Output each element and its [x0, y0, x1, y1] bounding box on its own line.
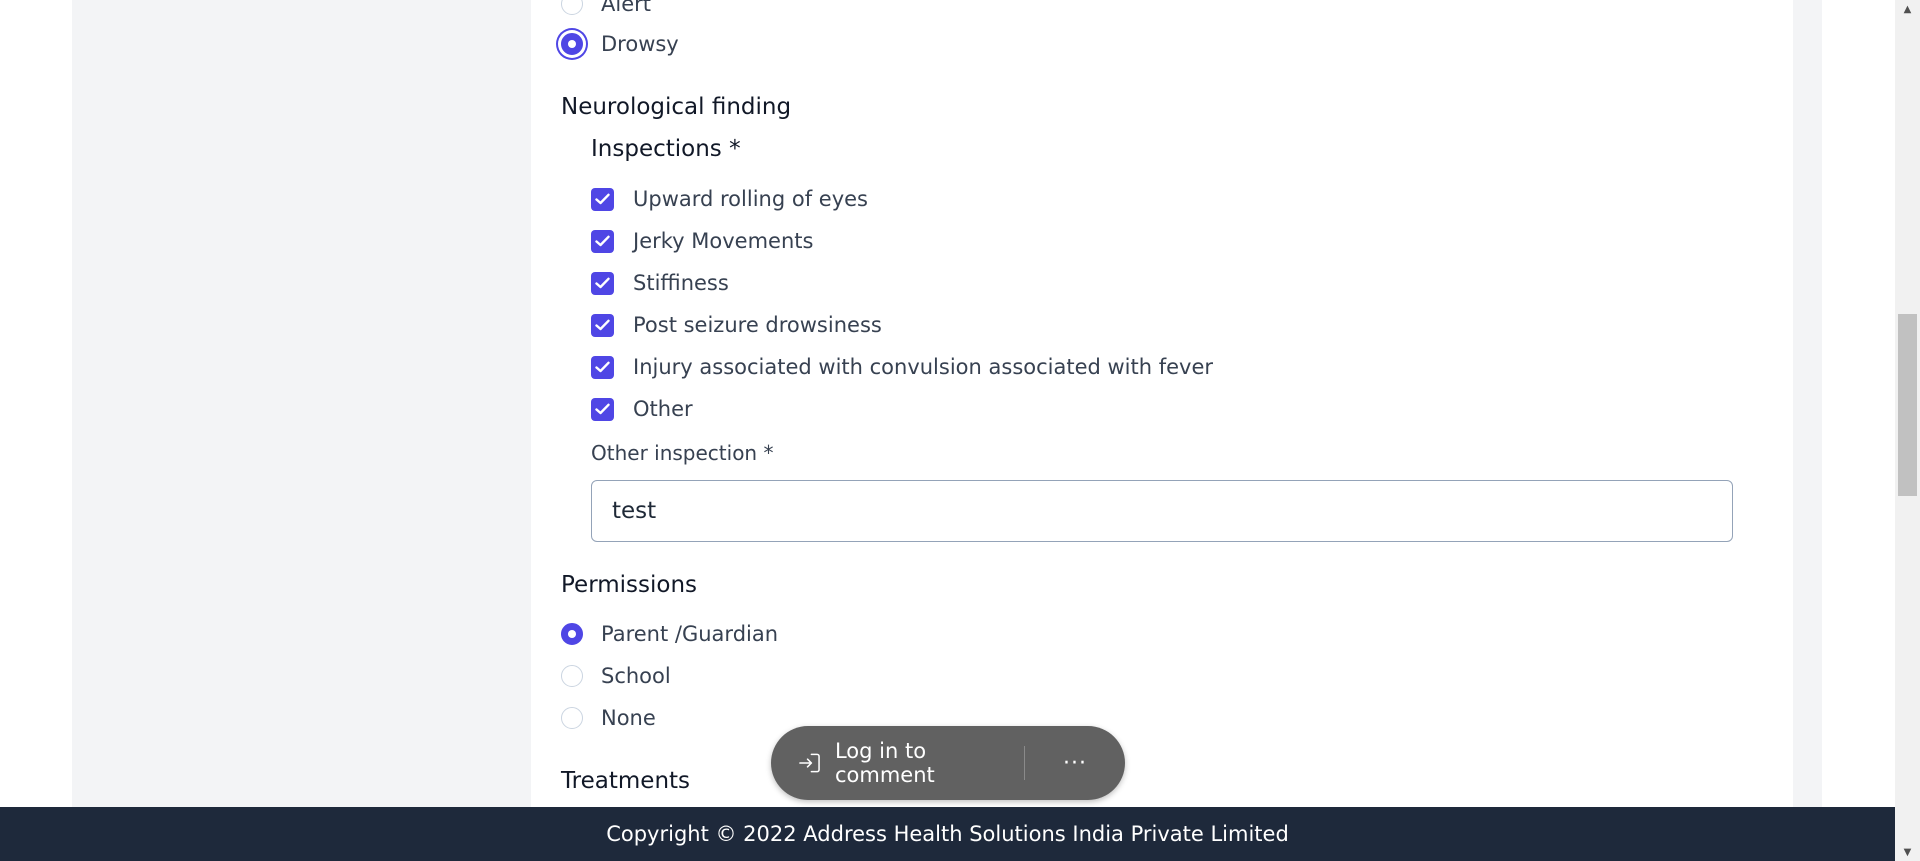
check-icon [595, 403, 610, 415]
check-icon [595, 235, 610, 247]
radio-alert[interactable] [561, 0, 583, 15]
radio-school[interactable] [561, 665, 583, 687]
inspection-injury-convulsion[interactable]: Injury associated with convulsion associ… [591, 355, 1213, 379]
checkbox-label: Jerky Movements [633, 229, 814, 253]
radio-drowsy[interactable] [561, 33, 583, 55]
checkbox-label: Injury associated with convulsion associ… [633, 355, 1214, 379]
radio-parent-guardian[interactable] [561, 623, 583, 645]
check-icon [595, 319, 610, 331]
comment-bar: Log in to comment ··· [771, 726, 1125, 800]
checkbox-other[interactable] [591, 397, 614, 421]
check-icon [595, 277, 610, 289]
sign-in-icon [799, 753, 820, 773]
copyright-text: Copyright © 2022 Address Health Solution… [606, 822, 1289, 846]
other-inspection-input[interactable] [591, 480, 1733, 542]
radio-option-school[interactable]: School [561, 664, 671, 688]
neurological-finding-heading: Neurological finding [561, 94, 792, 120]
checkbox-label: Upward rolling of eyes [633, 187, 868, 211]
form-card [531, 0, 1793, 807]
radio-option-parent-guardian[interactable]: Parent /Guardian [561, 622, 778, 646]
radio-label-parent-guardian: Parent /Guardian [601, 622, 779, 646]
check-icon [595, 193, 610, 205]
treatments-heading: Treatments [561, 768, 691, 794]
radio-none[interactable] [561, 707, 583, 729]
scroll-down-arrow-icon[interactable]: ▼ [1895, 843, 1920, 861]
vertical-scrollbar[interactable]: ▲ ▼ [1895, 0, 1920, 861]
radio-label-none: None [601, 706, 656, 730]
radio-option-alert[interactable]: Alert [561, 0, 651, 16]
radio-label-alert: Alert [601, 0, 651, 16]
inspection-post-seizure[interactable]: Post seizure drowsiness [591, 313, 882, 337]
checkbox-stiffiness[interactable] [591, 271, 614, 295]
inspection-stiffiness[interactable]: Stiffiness [591, 271, 729, 295]
more-icon: ··· [1063, 750, 1087, 776]
permissions-heading: Permissions [561, 572, 698, 598]
checkbox-post-seizure[interactable] [591, 313, 614, 337]
check-icon [595, 361, 610, 373]
checkbox-upward-rolling[interactable] [591, 187, 614, 211]
inspection-upward-rolling[interactable]: Upward rolling of eyes [591, 187, 868, 211]
more-options-button[interactable]: ··· [1025, 726, 1125, 800]
radio-option-drowsy[interactable]: Drowsy [561, 32, 679, 56]
checkbox-label: Other [633, 397, 693, 421]
scrollbar-thumb[interactable] [1898, 314, 1917, 496]
checkbox-label: Stiffiness [633, 271, 729, 295]
radio-label-drowsy: Drowsy [601, 32, 679, 56]
radio-option-none[interactable]: None [561, 706, 656, 730]
scroll-up-arrow-icon[interactable]: ▲ [1895, 0, 1920, 18]
other-inspection-label: Other inspection * [591, 441, 774, 465]
checkbox-injury-convulsion[interactable] [591, 355, 614, 379]
footer: Copyright © 2022 Address Health Solution… [0, 807, 1895, 861]
inspection-other[interactable]: Other [591, 397, 693, 421]
checkbox-jerky-movements[interactable] [591, 229, 614, 253]
inspections-heading: Inspections * [591, 136, 741, 162]
log-in-to-comment-button[interactable]: Log in to comment [771, 726, 1024, 800]
log-in-to-comment-label: Log in to comment [834, 739, 935, 787]
radio-label-school: School [601, 664, 671, 688]
checkbox-label: Post seizure drowsiness [633, 313, 882, 337]
inspection-jerky-movements[interactable]: Jerky Movements [591, 229, 813, 253]
